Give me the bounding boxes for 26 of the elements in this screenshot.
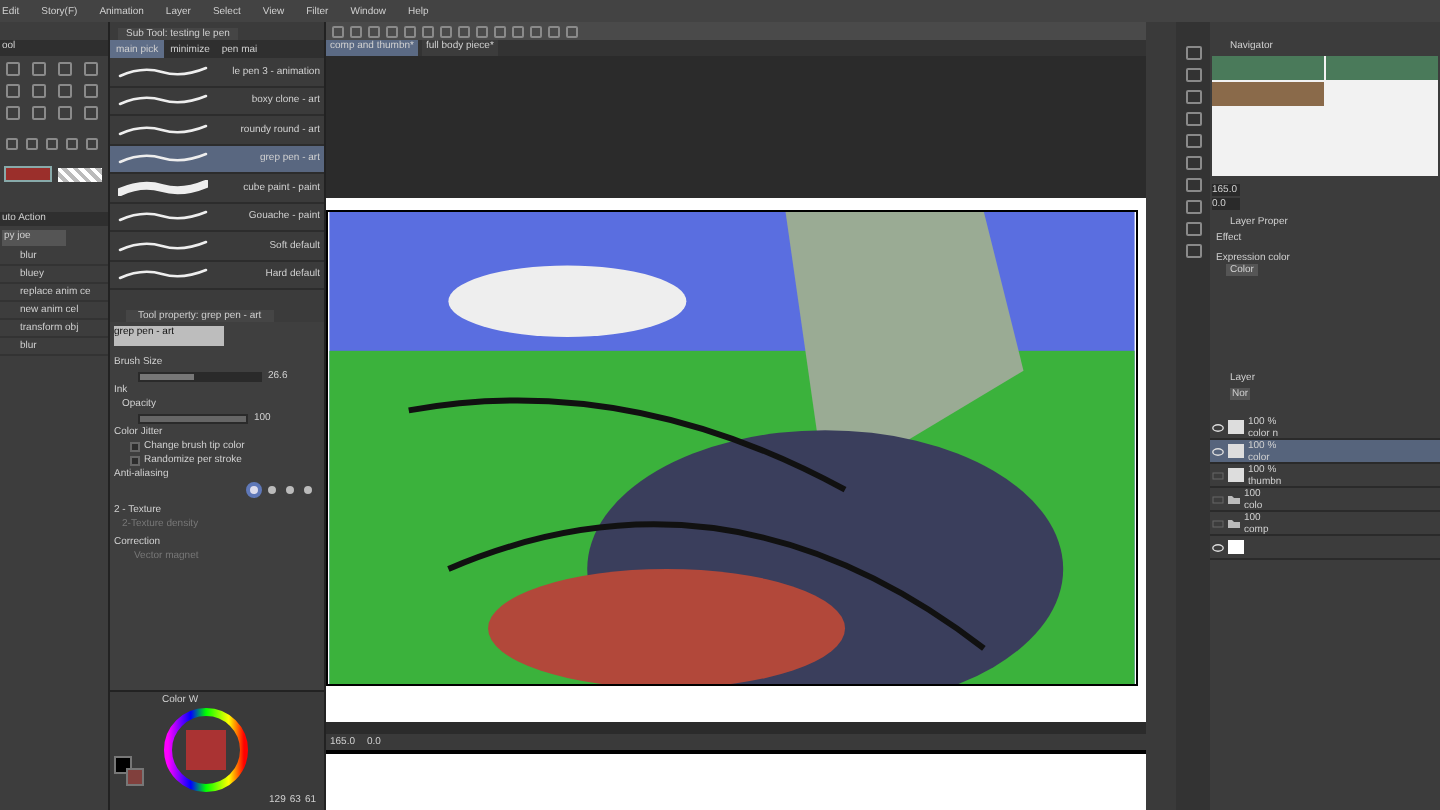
slider-track[interactable] xyxy=(138,371,262,381)
folder-icon xyxy=(1228,494,1240,504)
brush-stroke-icon xyxy=(118,266,208,283)
anti-aliasing-option[interactable] xyxy=(246,482,262,498)
anti-aliasing-option[interactable] xyxy=(300,482,316,498)
transparent-swatch[interactable] xyxy=(58,167,102,181)
eye-icon[interactable] xyxy=(1212,447,1224,455)
color-wheel[interactable] xyxy=(162,706,250,794)
brush-stroke-icon xyxy=(118,121,208,138)
brush-stroke-icon xyxy=(118,208,208,225)
checkbox[interactable] xyxy=(130,455,140,465)
checkbox[interactable] xyxy=(130,441,140,451)
anti-aliasing-option[interactable] xyxy=(264,482,280,498)
brush-stroke-icon xyxy=(118,150,208,167)
anti-aliasing-option[interactable] xyxy=(282,482,298,498)
eye-icon[interactable] xyxy=(1212,423,1224,431)
brush-stroke-icon xyxy=(118,179,208,196)
layer-thumbnail xyxy=(1228,540,1244,554)
layer-row[interactable] xyxy=(1210,536,1440,560)
folder-icon xyxy=(1228,518,1240,528)
eye-icon[interactable] xyxy=(1212,543,1224,551)
brush-stroke-icon xyxy=(118,63,208,80)
brush-stroke-icon xyxy=(118,92,208,109)
background-color[interactable] xyxy=(126,768,144,786)
color-swatch[interactable] xyxy=(4,166,52,182)
brush-stroke-icon xyxy=(118,237,208,254)
